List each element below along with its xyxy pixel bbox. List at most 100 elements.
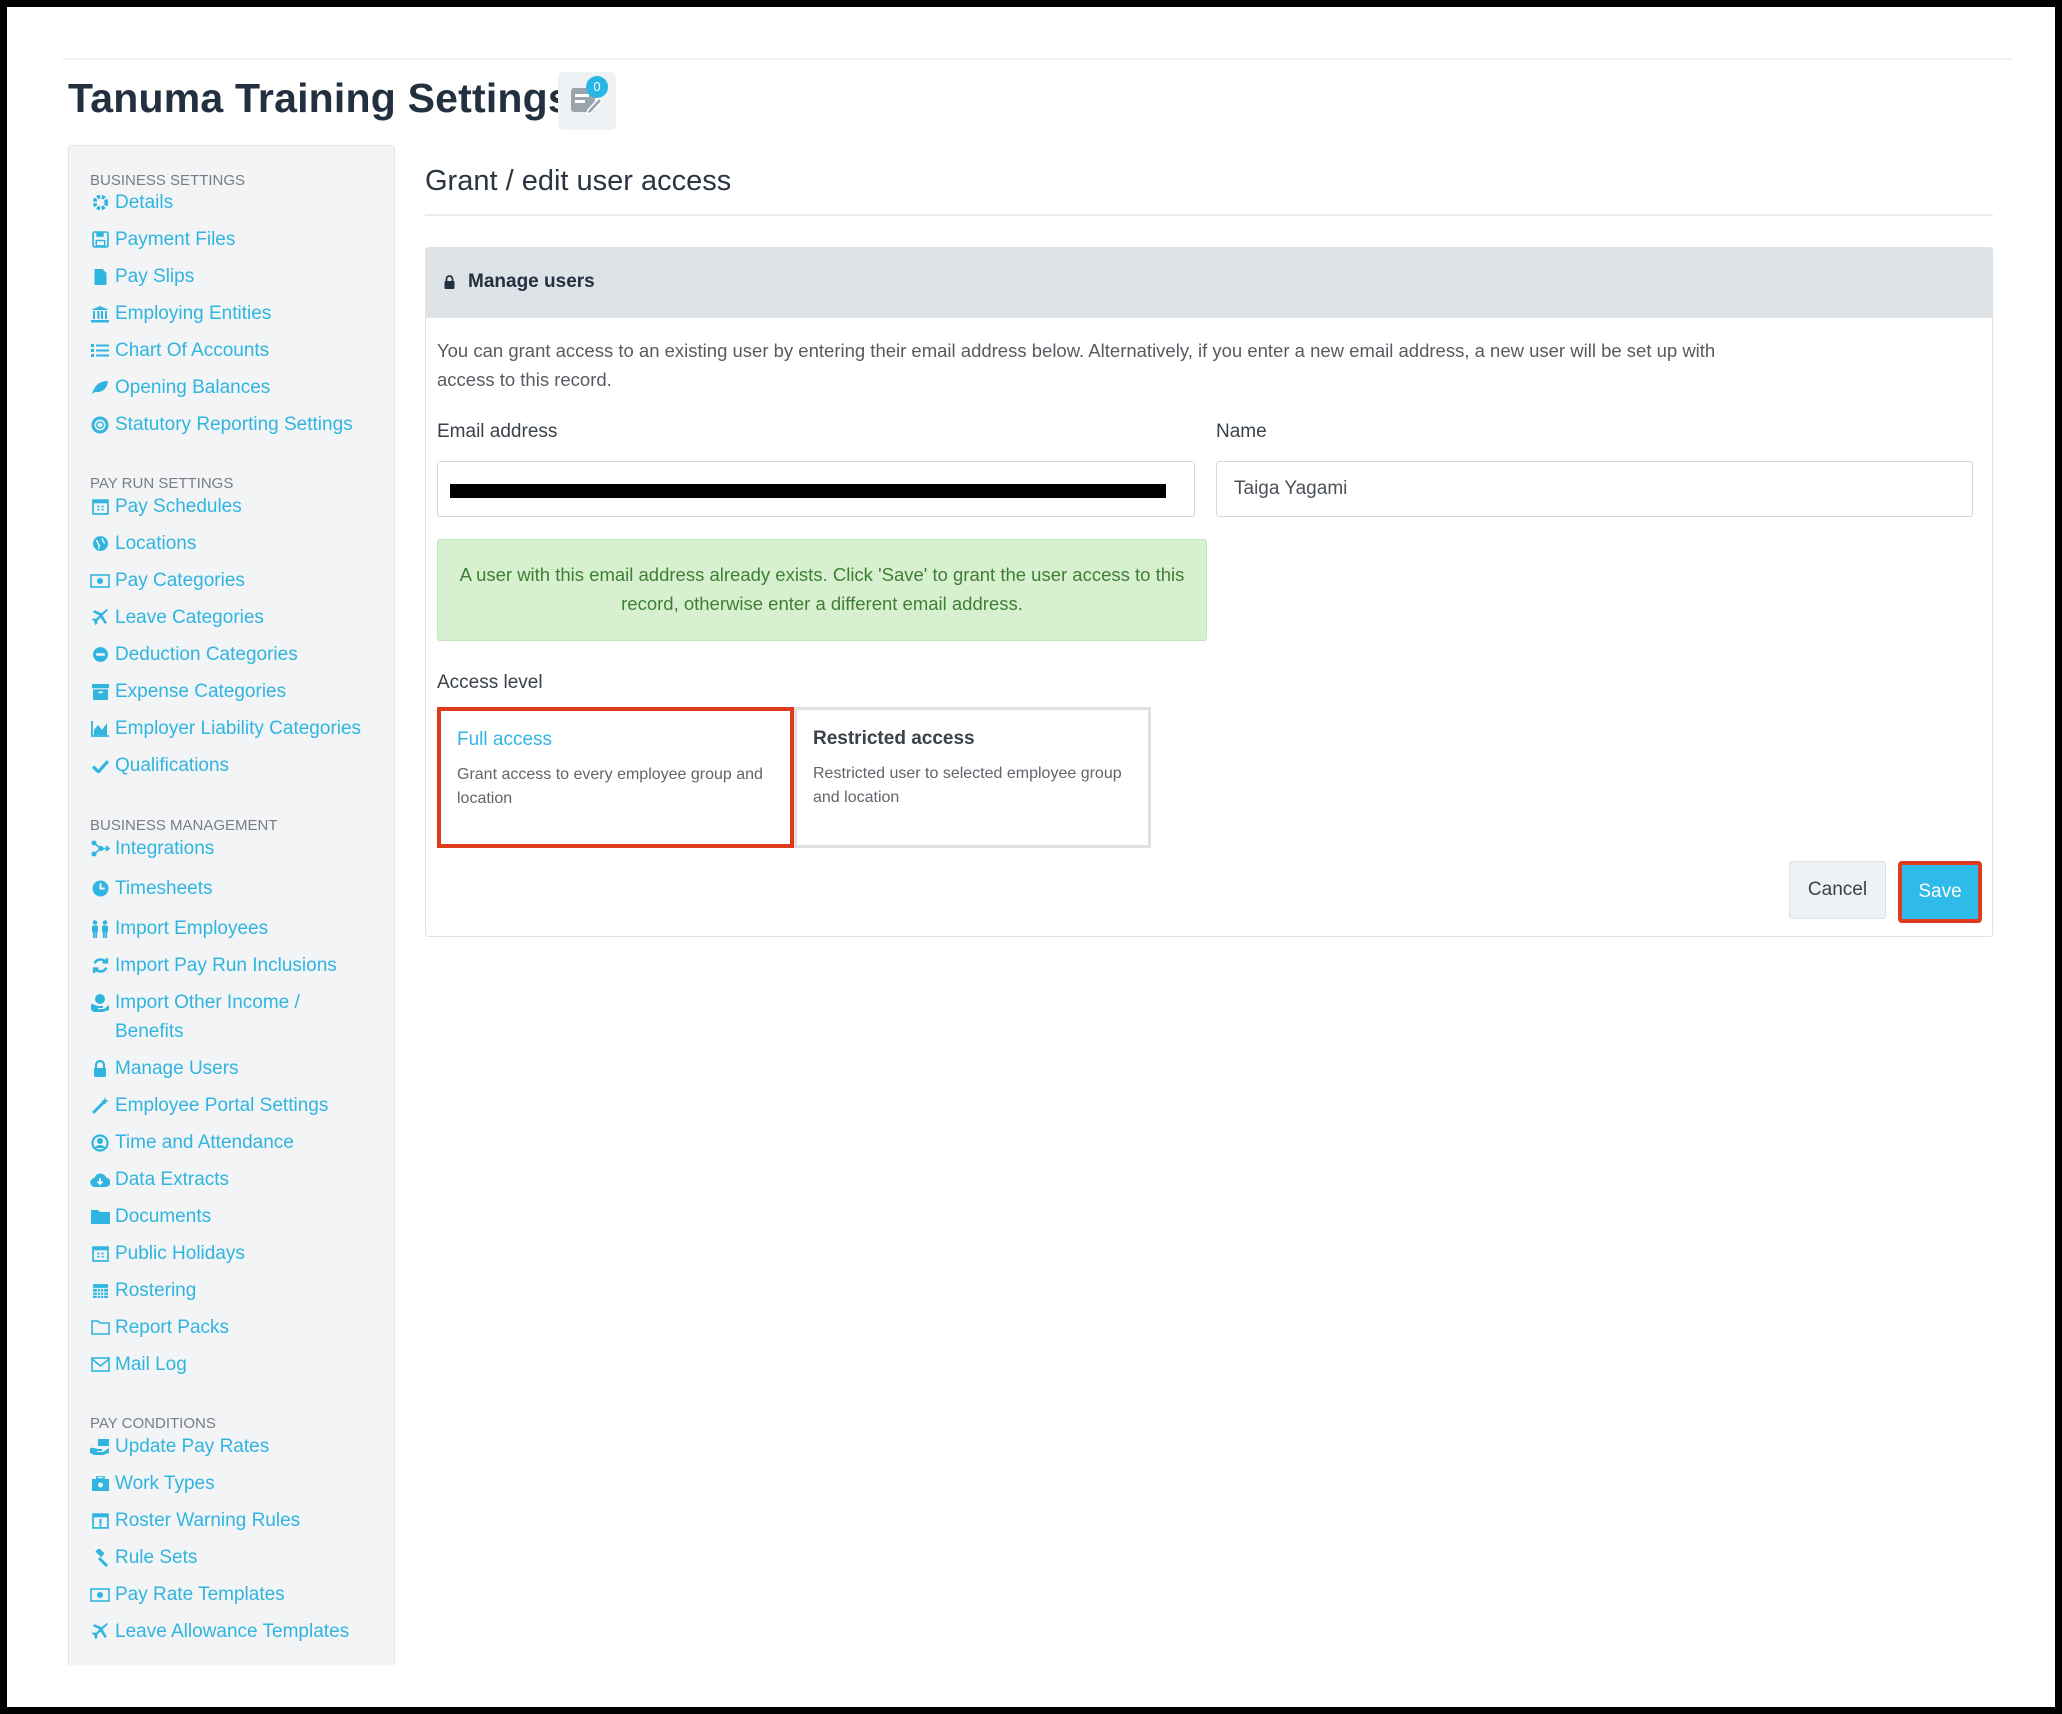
sidebar-item-roster-warning-rules[interactable]: Roster Warning Rules [90, 1506, 390, 1535]
sidebar-item-label: Payment Files [115, 229, 236, 250]
sidebar-item-timesheets[interactable]: Timesheets [90, 874, 390, 903]
sidebar-item-label: Roster Warning Rules [115, 1510, 301, 1531]
sidebar-item-label: Leave Categories [115, 607, 264, 628]
sidebar-item-pay-schedules[interactable]: Pay Schedules [90, 492, 390, 521]
users-icon [90, 914, 110, 943]
gavel-icon [90, 1543, 110, 1572]
sidebar-item-locations[interactable]: Locations [90, 529, 390, 558]
sidebar-item-label: Import Pay Run Inclusions [115, 955, 337, 976]
notification-count-badge: 0 [586, 76, 608, 98]
sidebar-item-time-and-attendance[interactable]: Time and Attendance [90, 1128, 390, 1157]
calendar-icon [90, 492, 110, 521]
sidebar-item-import-pay-run-inclusions[interactable]: Import Pay Run Inclusions [90, 951, 390, 980]
sidebar-item-label: Employing Entities [115, 303, 272, 324]
sidebar-item-employee-portal-settings[interactable]: Employee Portal Settings [90, 1091, 390, 1120]
lock-icon [444, 275, 455, 289]
globe-icon [90, 529, 110, 558]
sidebar-item-label: Pay Slips [115, 266, 195, 287]
restricted-access-option[interactable]: Restricted access Restricted user to sel… [794, 707, 1151, 848]
folder-open-icon [90, 1313, 110, 1342]
page-title: Tanuma Training Settings [68, 75, 571, 121]
sidebar-item-label: Pay Categories [115, 570, 245, 591]
file-icon [90, 262, 110, 291]
name-label: Name [1216, 421, 1267, 442]
panel-title: Manage users [468, 271, 595, 292]
user-exists-alert: A user with this email address already e… [437, 539, 1207, 641]
sidebar-item-employer-liability-categories[interactable]: Employer Liability Categories [90, 714, 390, 743]
sidebar-item-qualifications[interactable]: Qualifications [90, 751, 390, 780]
folder-icon [90, 1202, 110, 1231]
sidebar-item-label: Expense Categories [115, 681, 287, 702]
section-divider [425, 214, 1993, 216]
sidebar-item-import-employees[interactable]: Import Employees [90, 914, 390, 943]
sidebar-item-update-pay-rates[interactable]: Update Pay Rates [90, 1432, 390, 1461]
gear-icon [90, 188, 110, 217]
sidebar-item-manage-users[interactable]: Manage Users [90, 1054, 390, 1083]
sidebar-item-label: Import Employees [115, 918, 269, 939]
leaf-icon [90, 373, 110, 402]
sidebar-item-public-holidays[interactable]: Public Holidays [90, 1239, 390, 1268]
check-icon [90, 751, 110, 780]
plane-icon [90, 1617, 110, 1646]
sidebar-item-label: Public Holidays [115, 1243, 245, 1264]
money-hand-icon [90, 1432, 110, 1461]
sidebar-item-mail-log[interactable]: Mail Log [90, 1350, 390, 1379]
sidebar-item-label: Manage Users [115, 1058, 239, 1079]
sidebar-item-label: Update Pay Rates [115, 1436, 270, 1457]
sidebar-item-label: Rule Sets [115, 1547, 198, 1568]
sidebar-item-data-extracts[interactable]: Data Extracts [90, 1165, 390, 1194]
cloud-download-icon [90, 1165, 110, 1194]
sidebar-item-pay-rate-templates[interactable]: Pay Rate Templates [90, 1580, 390, 1609]
sidebar-item-label: Locations [115, 533, 197, 554]
sidebar-item-rostering[interactable]: Rostering [90, 1276, 390, 1305]
restricted-access-description: Restricted user to selected employee gro… [813, 765, 1122, 806]
sidebar-item-work-types[interactable]: Work Types [90, 1469, 390, 1498]
sidebar-item-label: Integrations [115, 838, 215, 859]
sidebar-item-integrations[interactable]: Integrations [90, 834, 390, 863]
sidebar-item-payment-files[interactable]: Payment Files [90, 225, 390, 254]
top-divider [62, 58, 2012, 60]
sidebar-item-label: Pay Schedules [115, 496, 242, 517]
briefcase-icon [90, 1469, 110, 1498]
email-field[interactable] [437, 461, 1195, 517]
user-circle-icon [90, 1128, 110, 1157]
sidebar-heading-pay-run-settings: PAY RUN SETTINGS [90, 475, 234, 492]
sidebar-item-label: Employer Liability Categories [115, 718, 362, 739]
sidebar-item-pay-slips[interactable]: Pay Slips [90, 262, 390, 291]
save-button[interactable]: Save [1898, 861, 1982, 923]
sidebar-item-expense-categories[interactable]: Expense Categories [90, 677, 390, 706]
sidebar-item-pay-categories[interactable]: Pay Categories [90, 566, 390, 595]
sidebar-item-label: Leave Allowance Templates [115, 1621, 350, 1642]
sidebar-item-deduction-categories[interactable]: Deduction Categories [90, 640, 390, 669]
sidebar-item-rule-sets[interactable]: Rule Sets [90, 1543, 390, 1572]
clock-icon [90, 874, 110, 903]
sidebar-item-report-packs[interactable]: Report Packs [90, 1313, 390, 1342]
sidebar-item-leave-categories[interactable]: Leave Categories [90, 603, 390, 632]
area-chart-icon [90, 714, 110, 743]
cancel-button[interactable]: Cancel [1789, 861, 1886, 919]
sidebar-item-details[interactable]: Details [90, 188, 390, 217]
sidebar-item-opening-balances[interactable]: Opening Balances [90, 373, 390, 402]
settings-sidebar: BUSINESS SETTINGS Details Payment Files … [68, 145, 395, 1665]
sidebar-item-label: Timesheets [115, 878, 213, 899]
sidebar-item-documents[interactable]: Documents [90, 1202, 390, 1231]
sidebar-item-label: Work Types [115, 1473, 215, 1494]
sidebar-item-leave-allowance-templates[interactable]: Leave Allowance Templates [90, 1617, 390, 1646]
sidebar-item-import-other-income-benefits[interactable]: Import Other Income / Benefits [90, 988, 330, 1046]
sidebar-item-label: Import Other Income / Benefits [115, 992, 300, 1042]
app-window: Tanuma Training Settings 0 BUSINESS SETT… [7, 7, 2055, 1707]
sidebar-item-employing-entities[interactable]: Employing Entities [90, 299, 390, 328]
restricted-access-title: Restricted access [813, 728, 975, 749]
hand-holding-icon [90, 988, 110, 1017]
sidebar-item-label: Pay Rate Templates [115, 1584, 285, 1605]
sidebar-item-label: Qualifications [115, 755, 230, 776]
full-access-option[interactable]: Full access Grant access to every employ… [437, 707, 794, 848]
name-field[interactable]: Taiga Yagami [1216, 461, 1973, 517]
money-icon [90, 1580, 110, 1609]
access-level-label: Access level [437, 672, 543, 693]
sidebar-item-label: Employee Portal Settings [115, 1095, 329, 1116]
sidebar-item-statutory-reporting-settings[interactable]: Statutory Reporting Settings [90, 410, 390, 439]
sidebar-item-chart-of-accounts[interactable]: Chart Of Accounts [90, 336, 390, 365]
sidebar-item-label: Chart Of Accounts [115, 340, 270, 361]
notifications-button[interactable]: 0 [558, 72, 616, 130]
